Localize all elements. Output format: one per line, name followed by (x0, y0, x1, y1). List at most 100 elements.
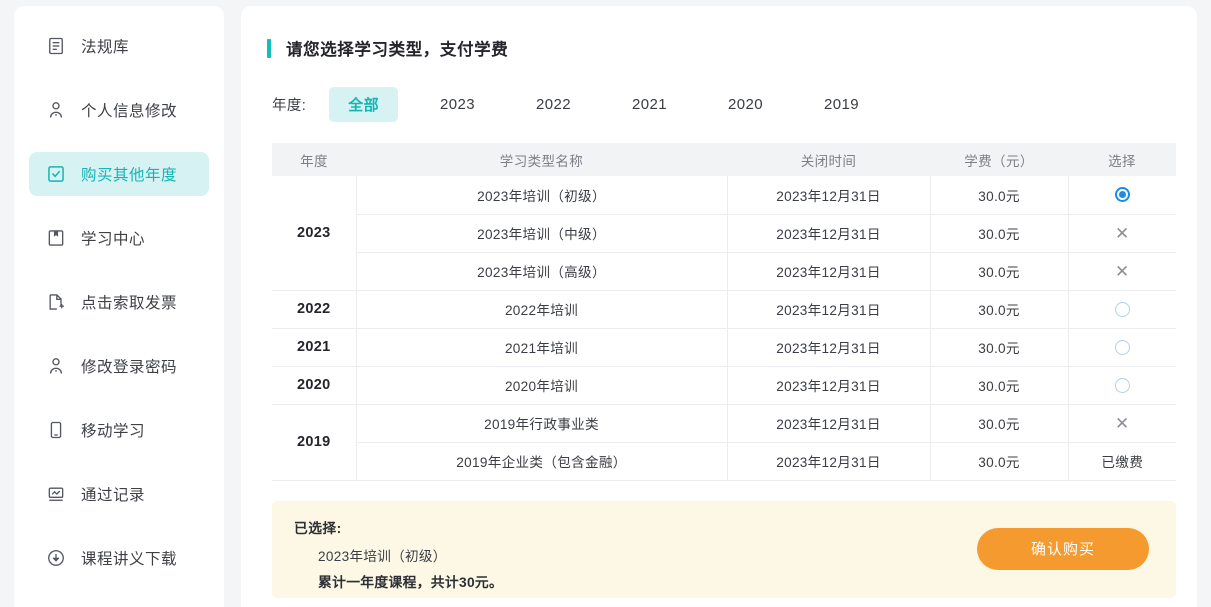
sidebar-item-label: 个人信息修改 (81, 99, 177, 121)
file-plus-icon (45, 291, 67, 313)
table-row[interactable]: 20212021年培训2023年12月31日30.0元 (272, 328, 1176, 366)
table-cell-fee: 30.0元 (930, 252, 1068, 290)
table-row[interactable]: 2023年培训（高级）2023年12月31日30.0元✕ (272, 252, 1176, 290)
table-cell-select[interactable] (1068, 366, 1176, 404)
mobile-phone-icon (45, 419, 67, 441)
page-title-row: 请您选择学习类型，支付学费 (241, 6, 1197, 60)
sidebar-item-5[interactable]: 点击索取发票 (29, 280, 209, 324)
table-cell-select[interactable] (1068, 176, 1176, 214)
sidebar-item-3[interactable]: 购买其他年度 (29, 152, 209, 196)
sidebar-item-8[interactable]: 通过记录 (29, 472, 209, 516)
radio-selected-icon (1069, 187, 1177, 202)
sidebar-item-label: 点击索取发票 (81, 291, 177, 313)
paid-status-label: 已缴费 (1069, 451, 1177, 471)
page-title: 请您选择学习类型，支付学费 (286, 36, 508, 60)
table-header-cell-4: 学费（元） (930, 143, 1068, 176)
table-cell-fee: 30.0元 (930, 366, 1068, 404)
table-cell-type-name: 2022年培训 (356, 290, 727, 328)
cross-unavailable-icon: ✕ (1069, 263, 1177, 280)
table-header-cell-1: 年度 (272, 143, 356, 176)
sidebar: 法规库个人信息修改购买其他年度学习中心点击索取发票修改登录密码移动学习通过记录课… (14, 6, 224, 607)
table-cell-type-name: 2023年培训（初级） (356, 176, 727, 214)
table-cell-year: 2020 (272, 366, 356, 404)
year-tab-list: 全部 2023 2022 2021 2020 2019 (329, 87, 878, 122)
table-cell-select: ✕ (1068, 252, 1176, 290)
sidebar-item-1[interactable]: 法规库 (29, 24, 209, 68)
table-cell-type-name: 2023年培训（高级） (356, 252, 727, 290)
table-row[interactable]: 20232023年培训（初级）2023年12月31日30.0元 (272, 176, 1176, 214)
table-cell-close-time: 2023年12月31日 (727, 328, 930, 366)
checkbox-check-icon (45, 163, 67, 185)
year-tab-2019[interactable]: 2019 (805, 89, 878, 120)
sidebar-item-label: 购买其他年度 (81, 163, 177, 185)
year-filter-label: 年度: (272, 94, 306, 115)
training-table-wrapper: 年度学习类型名称关闭时间学费（元）选择 20232023年培训（初级）2023年… (272, 143, 1176, 481)
selection-summary: 已选择: 2023年培训（初级） 累计一年度课程，共计30元。 确认购买 (272, 501, 1176, 598)
sidebar-item-label: 移动学习 (81, 419, 145, 441)
table-cell-fee: 30.0元 (930, 328, 1068, 366)
table-cell-select[interactable] (1068, 290, 1176, 328)
confirm-purchase-button[interactable]: 确认购买 (977, 528, 1149, 570)
table-cell-close-time: 2023年12月31日 (727, 442, 930, 480)
table-row[interactable]: 20202020年培训2023年12月31日30.0元 (272, 366, 1176, 404)
table-cell-type-name: 2023年培训（中级） (356, 214, 727, 252)
cross-unavailable-icon: ✕ (1069, 415, 1177, 432)
year-tab-2022[interactable]: 2022 (517, 89, 590, 120)
user-icon (45, 355, 67, 377)
table-cell-close-time: 2023年12月31日 (727, 366, 930, 404)
table-cell-year: 2019 (272, 404, 356, 480)
table-cell-type-name: 2021年培训 (356, 328, 727, 366)
document-lines-icon (45, 35, 67, 57)
sidebar-item-9[interactable]: 课程讲义下载 (29, 536, 209, 580)
download-circle-icon (45, 547, 67, 569)
table-cell-select: ✕ (1068, 214, 1176, 252)
table-cell-fee: 30.0元 (930, 404, 1068, 442)
table-header-row: 年度学习类型名称关闭时间学费（元）选择 (272, 143, 1176, 176)
table-cell-fee: 30.0元 (930, 176, 1068, 214)
sidebar-item-label: 课程讲义下载 (81, 547, 177, 569)
sidebar-item-6[interactable]: 修改登录密码 (29, 344, 209, 388)
table-cell-close-time: 2023年12月31日 (727, 176, 930, 214)
table-cell-select: ✕ (1068, 404, 1176, 442)
sidebar-item-2[interactable]: 个人信息修改 (29, 88, 209, 132)
radio-unselected-icon (1069, 340, 1177, 355)
user-icon (45, 99, 67, 121)
table-cell-fee: 30.0元 (930, 290, 1068, 328)
table-header-cell-5: 选择 (1068, 143, 1176, 176)
sidebar-item-label: 学习中心 (81, 227, 145, 249)
table-cell-year: 2021 (272, 328, 356, 366)
page-root: 法规库个人信息修改购买其他年度学习中心点击索取发票修改登录密码移动学习通过记录课… (0, 0, 1211, 607)
cross-unavailable-icon: ✕ (1069, 225, 1177, 242)
table-cell-close-time: 2023年12月31日 (727, 214, 930, 252)
table-row[interactable]: 2019年企业类（包含金融）2023年12月31日30.0元已缴费 (272, 442, 1176, 480)
table-row[interactable]: 20192019年行政事业类2023年12月31日30.0元✕ (272, 404, 1176, 442)
table-head: 年度学习类型名称关闭时间学费（元）选择 (272, 143, 1176, 176)
table-header-cell-2: 学习类型名称 (356, 143, 727, 176)
table-row[interactable]: 2023年培训（中级）2023年12月31日30.0元✕ (272, 214, 1176, 252)
sidebar-item-4[interactable]: 学习中心 (29, 216, 209, 260)
sidebar-item-label: 通过记录 (81, 483, 145, 505)
radio-unselected-icon (1069, 302, 1177, 317)
year-tab-全部[interactable]: 全部 (329, 87, 398, 122)
year-tab-2021[interactable]: 2021 (613, 89, 686, 120)
table-cell-select: 已缴费 (1068, 442, 1176, 480)
table-cell-fee: 30.0元 (930, 442, 1068, 480)
table-cell-close-time: 2023年12月31日 (727, 290, 930, 328)
year-filter: 年度: 全部 2023 2022 2021 2020 2019 (241, 87, 1197, 122)
bookmark-book-icon (45, 227, 67, 249)
table-row[interactable]: 20222022年培训2023年12月31日30.0元 (272, 290, 1176, 328)
table-cell-close-time: 2023年12月31日 (727, 404, 930, 442)
table-cell-type-name: 2019年企业类（包含金融） (356, 442, 727, 480)
sidebar-item-7[interactable]: 移动学习 (29, 408, 209, 452)
table-cell-close-time: 2023年12月31日 (727, 252, 930, 290)
table-cell-type-name: 2019年行政事业类 (356, 404, 727, 442)
training-table: 年度学习类型名称关闭时间学费（元）选择 20232023年培训（初级）2023年… (272, 143, 1176, 481)
chart-line-icon (45, 483, 67, 505)
year-tab-2020[interactable]: 2020 (709, 89, 782, 120)
table-body: 20232023年培训（初级）2023年12月31日30.0元2023年培训（中… (272, 176, 1176, 480)
table-header-cell-3: 关闭时间 (727, 143, 930, 176)
table-cell-type-name: 2020年培训 (356, 366, 727, 404)
year-tab-2023[interactable]: 2023 (421, 89, 494, 120)
table-cell-select[interactable] (1068, 328, 1176, 366)
sidebar-item-label: 法规库 (81, 35, 129, 57)
